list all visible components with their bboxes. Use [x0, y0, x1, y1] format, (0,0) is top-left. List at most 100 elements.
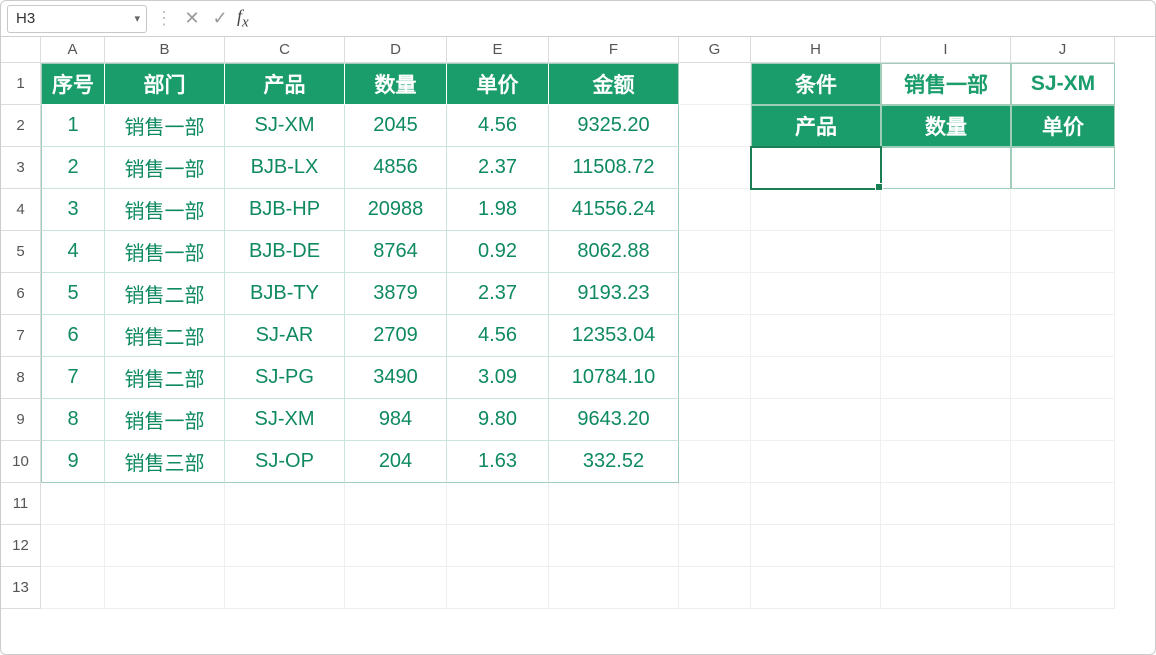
cell[interactable]	[345, 483, 447, 525]
cell[interactable]	[679, 525, 751, 567]
cell-selected[interactable]	[751, 147, 881, 189]
cell[interactable]	[1011, 189, 1115, 231]
cell[interactable]	[881, 231, 1011, 273]
cell[interactable]	[447, 567, 549, 609]
cell[interactable]: SJ-OP	[225, 441, 345, 483]
cell[interactable]: 1	[41, 105, 105, 147]
col-header-A[interactable]: A	[41, 37, 105, 63]
formula-input[interactable]	[261, 5, 1149, 33]
cell[interactable]	[881, 273, 1011, 315]
cell[interactable]: BJB-DE	[225, 231, 345, 273]
cell[interactable]	[881, 567, 1011, 609]
select-all-corner[interactable]	[1, 37, 41, 63]
cell[interactable]	[679, 399, 751, 441]
cell[interactable]: 1.63	[447, 441, 549, 483]
cell[interactable]: 984	[345, 399, 447, 441]
row-header-2[interactable]: 2	[1, 105, 41, 147]
cell[interactable]	[751, 315, 881, 357]
cell[interactable]	[41, 567, 105, 609]
cell[interactable]	[679, 63, 751, 105]
cell[interactable]	[1011, 147, 1115, 189]
col-header-F[interactable]: F	[549, 37, 679, 63]
cell[interactable]: 12353.04	[549, 315, 679, 357]
cell[interactable]: 2709	[345, 315, 447, 357]
col-header-H[interactable]: H	[751, 37, 881, 63]
table-header[interactable]: 序号	[41, 63, 105, 105]
side-header[interactable]: 条件	[751, 63, 881, 105]
cell[interactable]	[225, 483, 345, 525]
cell[interactable]: BJB-HP	[225, 189, 345, 231]
cell[interactable]: 9	[41, 441, 105, 483]
cell[interactable]: 332.52	[549, 441, 679, 483]
cell[interactable]: 2.37	[447, 273, 549, 315]
cell[interactable]	[1011, 525, 1115, 567]
cell[interactable]: 10784.10	[549, 357, 679, 399]
spreadsheet-grid[interactable]: A B C D E F G H I J 1 序号 部门 产品 数量 单价 金额 …	[1, 37, 1155, 609]
cell[interactable]	[1011, 231, 1115, 273]
cell[interactable]	[225, 567, 345, 609]
cell[interactable]	[751, 357, 881, 399]
cell[interactable]	[225, 525, 345, 567]
cell[interactable]: BJB-LX	[225, 147, 345, 189]
col-header-C[interactable]: C	[225, 37, 345, 63]
cell[interactable]	[1011, 483, 1115, 525]
cell[interactable]: 销售一部	[105, 399, 225, 441]
row-header-9[interactable]: 9	[1, 399, 41, 441]
fx-icon[interactable]: fx	[237, 6, 255, 32]
cell[interactable]	[679, 189, 751, 231]
cell[interactable]: 4.56	[447, 315, 549, 357]
cell[interactable]: 9.80	[447, 399, 549, 441]
cell[interactable]: 8764	[345, 231, 447, 273]
table-header[interactable]: 部门	[105, 63, 225, 105]
cell[interactable]	[105, 525, 225, 567]
cell[interactable]	[447, 525, 549, 567]
cell[interactable]: SJ-PG	[225, 357, 345, 399]
cell[interactable]: 2	[41, 147, 105, 189]
cell[interactable]	[345, 525, 447, 567]
cell[interactable]	[41, 525, 105, 567]
cell[interactable]	[41, 483, 105, 525]
table-header[interactable]: 产品	[225, 63, 345, 105]
col-header-B[interactable]: B	[105, 37, 225, 63]
side-header[interactable]: 数量	[881, 105, 1011, 147]
side-value[interactable]: 销售一部	[881, 63, 1011, 105]
cell[interactable]: 8	[41, 399, 105, 441]
cell[interactable]	[679, 357, 751, 399]
cell[interactable]	[881, 525, 1011, 567]
cell[interactable]: 5	[41, 273, 105, 315]
cell[interactable]	[881, 357, 1011, 399]
cell[interactable]	[1011, 357, 1115, 399]
cancel-icon[interactable]: ✕	[181, 8, 203, 29]
cell[interactable]	[1011, 399, 1115, 441]
cell[interactable]: 销售一部	[105, 189, 225, 231]
col-header-I[interactable]: I	[881, 37, 1011, 63]
cell[interactable]: 销售二部	[105, 315, 225, 357]
cell[interactable]	[549, 483, 679, 525]
cell[interactable]	[881, 399, 1011, 441]
cell[interactable]	[751, 189, 881, 231]
cell[interactable]	[679, 105, 751, 147]
cell[interactable]	[751, 231, 881, 273]
col-header-D[interactable]: D	[345, 37, 447, 63]
cell[interactable]	[751, 399, 881, 441]
cell[interactable]: 4	[41, 231, 105, 273]
col-header-E[interactable]: E	[447, 37, 549, 63]
cell[interactable]	[679, 567, 751, 609]
cell[interactable]: 2.37	[447, 147, 549, 189]
cell[interactable]: 6	[41, 315, 105, 357]
cell[interactable]: SJ-AR	[225, 315, 345, 357]
cell[interactable]: 销售一部	[105, 105, 225, 147]
row-header-10[interactable]: 10	[1, 441, 41, 483]
cell[interactable]: 8062.88	[549, 231, 679, 273]
cell[interactable]	[345, 567, 447, 609]
table-header[interactable]: 单价	[447, 63, 549, 105]
cell[interactable]: 11508.72	[549, 147, 679, 189]
cell[interactable]: SJ-XM	[225, 105, 345, 147]
cell[interactable]: 41556.24	[549, 189, 679, 231]
cell[interactable]: 1.98	[447, 189, 549, 231]
cell[interactable]	[881, 483, 1011, 525]
cell[interactable]	[751, 483, 881, 525]
row-header-4[interactable]: 4	[1, 189, 41, 231]
cell[interactable]	[679, 231, 751, 273]
cell[interactable]	[679, 483, 751, 525]
